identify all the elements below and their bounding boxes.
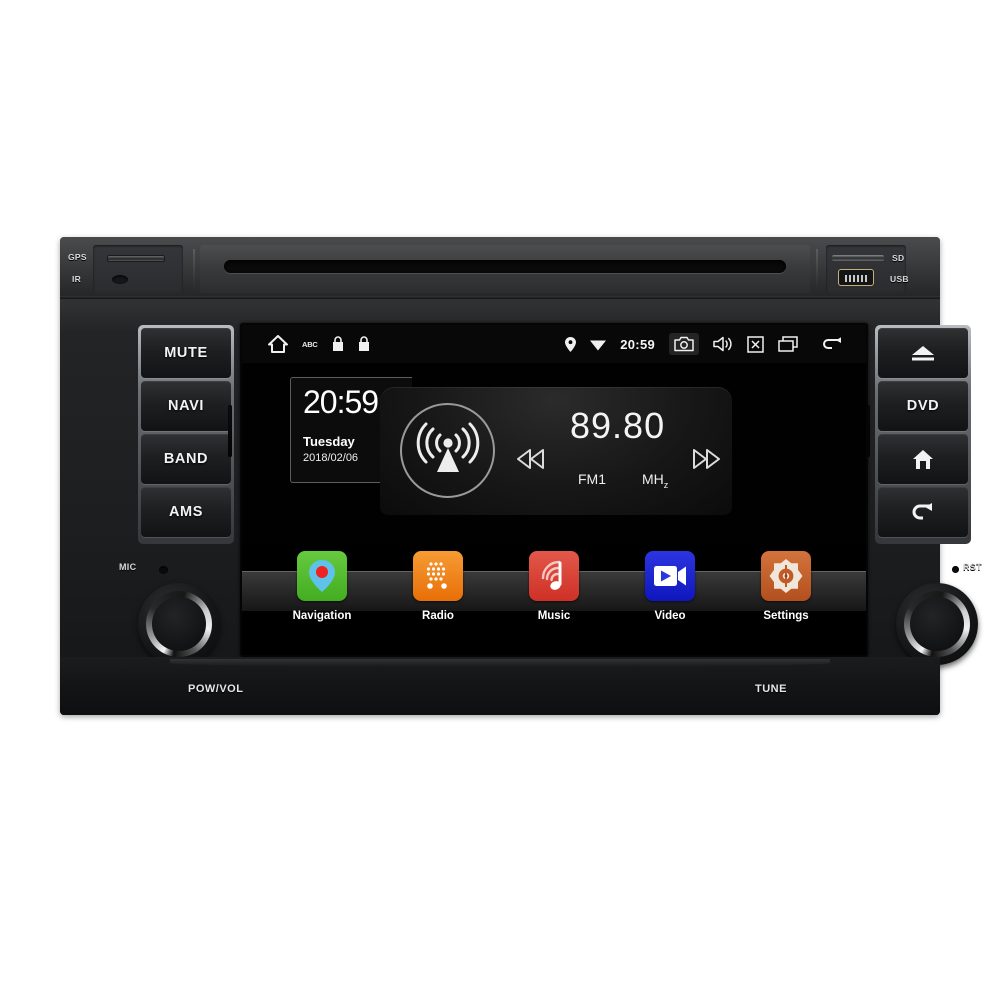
back-arrow-icon: [912, 503, 932, 520]
lock-icon-2[interactable]: [358, 336, 370, 352]
radio-unit-label: MHz: [642, 471, 668, 490]
abc-keyboard-icon[interactable]: ABC: [302, 340, 318, 349]
close-icon[interactable]: [747, 335, 764, 353]
tune-label: TUNE: [755, 683, 787, 695]
sd-label: SD: [892, 253, 905, 263]
vent-left: [228, 405, 232, 457]
app-settings-label: Settings: [763, 610, 809, 622]
tune-knob[interactable]: [896, 583, 978, 665]
radio-antenna-button[interactable]: [400, 403, 495, 498]
screenshot-camera-icon[interactable]: [669, 333, 699, 355]
app-dock: Navigation Radio Music Video Settings: [242, 543, 866, 655]
button-mute[interactable]: MUTE: [141, 328, 231, 378]
statusbar-home-icon[interactable]: [268, 335, 288, 353]
broadcast-antenna-icon: [416, 422, 479, 472]
left-button-cluster: MUTE NAVI BAND AMS: [138, 325, 234, 544]
radio-widget[interactable]: 89.80 FM1 MHz: [380, 387, 732, 515]
app-radio[interactable]: Radio: [392, 551, 484, 622]
app-navigation[interactable]: Navigation: [276, 551, 368, 622]
touchscreen[interactable]: ABC 20:59 20:59 Tuesday 2018/02/06 89.80…: [242, 325, 866, 655]
wifi-icon: [590, 338, 607, 351]
ir-sensor: [112, 275, 128, 284]
disc-tray: [200, 245, 810, 293]
bezel-divider-left: [193, 249, 195, 289]
rst-label: RST: [963, 562, 982, 572]
volume-icon[interactable]: [713, 336, 733, 352]
android-status-bar: ABC 20:59: [242, 325, 866, 363]
radio-frequency: 89.80: [570, 405, 666, 446]
radio-band-label: FM1: [578, 471, 606, 487]
settings-gear-icon: [761, 551, 811, 601]
button-eject[interactable]: [878, 328, 968, 378]
mic-hole: [159, 566, 168, 574]
button-ams[interactable]: AMS: [141, 487, 231, 537]
recents-icon[interactable]: [778, 336, 798, 352]
app-radio-label: Radio: [422, 610, 454, 622]
app-video[interactable]: Video: [624, 551, 716, 622]
radio-grill-icon: [413, 551, 463, 601]
bottom-bezel: POW/VOL TUNE: [60, 657, 940, 715]
ir-label: IR: [72, 274, 82, 284]
reset-button[interactable]: [952, 566, 959, 573]
gps-label: GPS: [68, 252, 87, 262]
sd-card-slot[interactable]: [832, 255, 884, 261]
navigation-pin-icon: [297, 551, 347, 601]
app-video-label: Video: [654, 610, 686, 622]
pow-vol-label: POW/VOL: [188, 683, 244, 695]
app-navigation-label: Navigation: [292, 610, 352, 622]
button-dvd[interactable]: DVD: [878, 381, 968, 431]
home-widgets: 20:59 Tuesday 2018/02/06 89.80 FM1 MHz: [242, 363, 866, 515]
app-music-label: Music: [537, 610, 571, 622]
app-music[interactable]: Music: [508, 551, 600, 622]
home-icon: [913, 449, 933, 469]
statusbar-clock: 20:59: [620, 336, 655, 352]
statusbar-back-icon[interactable]: [820, 336, 844, 352]
bezel-divider-right: [816, 249, 818, 289]
lock-icon-1[interactable]: [332, 336, 344, 352]
gps-antenna-slot[interactable]: [107, 255, 165, 262]
eject-icon: [912, 346, 934, 361]
disc-slot[interactable]: [224, 260, 786, 273]
location-pin-icon: [565, 336, 577, 352]
radio-seek-up-button[interactable]: [691, 449, 721, 474]
video-camera-icon: [645, 551, 695, 601]
music-note-icon: [529, 551, 579, 601]
top-bezel: GPS IR SD USB: [60, 237, 940, 299]
app-settings[interactable]: Settings: [740, 551, 832, 622]
volume-power-knob[interactable]: [138, 583, 220, 665]
button-home[interactable]: [878, 434, 968, 484]
right-button-cluster: DVD: [875, 325, 971, 544]
screen-bezel: ABC 20:59 20:59 Tuesday 2018/02/06 89.80…: [240, 323, 868, 657]
button-navi[interactable]: NAVI: [141, 381, 231, 431]
usb-label: USB: [890, 274, 909, 284]
button-back[interactable]: [878, 487, 968, 537]
radio-unit-sub: z: [663, 479, 669, 490]
head-unit-body: GPS IR SD USB MUTE NAVI BAND AMS DVD ABC…: [60, 237, 982, 715]
mic-label: MIC: [119, 562, 137, 572]
button-band[interactable]: BAND: [141, 434, 231, 484]
radio-unit-main: MH: [642, 471, 664, 487]
usb-port[interactable]: [838, 269, 874, 286]
radio-seek-down-button[interactable]: [516, 449, 546, 474]
gps-ir-recess: [93, 245, 183, 293]
